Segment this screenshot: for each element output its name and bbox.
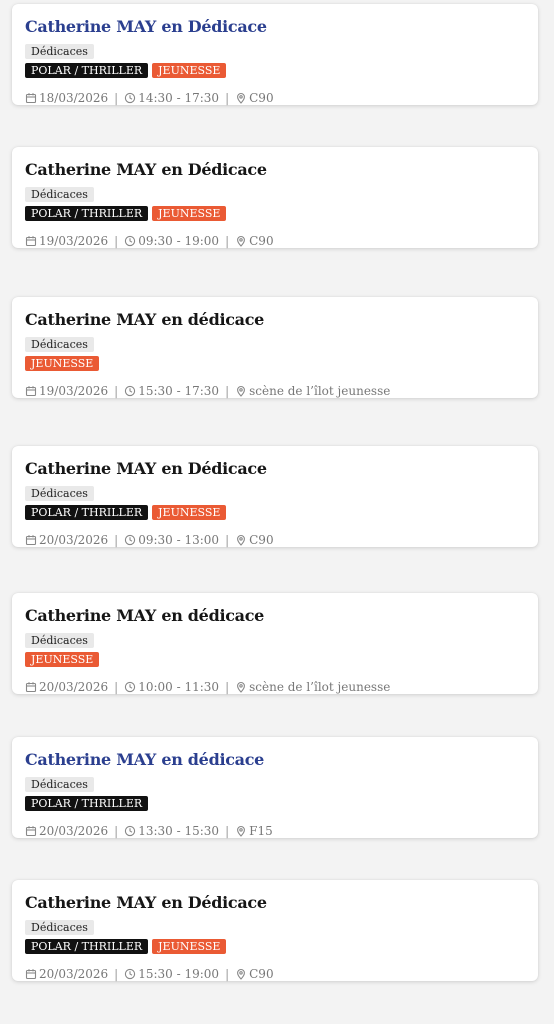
category-badge: Dédicaces [25, 337, 94, 352]
event-card[interactable]: Catherine MAY en dédicace Dédicaces POLA… [12, 737, 538, 838]
meta-separator: | [114, 91, 119, 105]
clock-icon [124, 825, 136, 837]
event-card[interactable]: Catherine MAY en dédicace Dédicaces JEUN… [12, 297, 538, 398]
meta-separator: | [225, 533, 230, 547]
meta-separator: | [225, 967, 230, 981]
tag-badge: POLAR / THRILLER [25, 505, 149, 520]
event-title[interactable]: Catherine MAY en dédicace [25, 309, 525, 331]
event-location: scène de l’îlot jeunesse [249, 384, 391, 398]
event-title[interactable]: Catherine MAY en Dédicace [25, 159, 525, 181]
event-date: 20/03/2026 [39, 533, 109, 547]
event-time: 10:00 - 11:30 [138, 680, 220, 694]
event-meta: 19/03/2026 | 09:30 - 19:00 | C90 [25, 234, 525, 248]
event-title[interactable]: Catherine MAY en dédicace [25, 749, 525, 771]
event-card[interactable]: Catherine MAY en Dédicace Dédicaces POLA… [12, 4, 538, 105]
calendar-icon [25, 92, 37, 104]
event-title[interactable]: Catherine MAY en Dédicace [25, 458, 525, 480]
event-card[interactable]: Catherine MAY en Dédicace Dédicaces POLA… [12, 147, 538, 248]
category-badge: Dédicaces [25, 486, 94, 501]
event-meta: 20/03/2026 | 13:30 - 15:30 | F15 [25, 824, 525, 838]
tag-badge: JEUNESSE [152, 939, 227, 954]
event-title[interactable]: Catherine MAY en Dédicace [25, 892, 525, 914]
clock-icon [124, 385, 136, 397]
clock-icon [124, 968, 136, 980]
clock-icon [124, 92, 136, 104]
event-title[interactable]: Catherine MAY en dédicace [25, 605, 525, 627]
event-time: 09:30 - 13:00 [138, 533, 220, 547]
map-pin-icon [235, 825, 247, 837]
meta-separator: | [114, 967, 119, 981]
event-time: 09:30 - 19:00 [138, 234, 220, 248]
map-pin-icon [235, 235, 247, 247]
event-card[interactable]: Catherine MAY en Dédicace Dédicaces POLA… [12, 880, 538, 981]
tag-badge: JEUNESSE [25, 356, 100, 371]
calendar-icon [25, 385, 37, 397]
meta-separator: | [225, 384, 230, 398]
meta-separator: | [114, 234, 119, 248]
calendar-icon [25, 825, 37, 837]
map-pin-icon [235, 681, 247, 693]
category-badge: Dédicaces [25, 44, 94, 59]
event-card[interactable]: Catherine MAY en Dédicace Dédicaces POLA… [12, 446, 538, 547]
tag-badge: POLAR / THRILLER [25, 939, 149, 954]
event-date: 18/03/2026 [39, 91, 109, 105]
calendar-icon [25, 235, 37, 247]
tag-badge: POLAR / THRILLER [25, 206, 149, 221]
map-pin-icon [235, 92, 247, 104]
event-card[interactable]: Catherine MAY en dédicace Dédicaces JEUN… [12, 593, 538, 694]
meta-separator: | [225, 824, 230, 838]
event-location: C90 [249, 234, 274, 248]
event-location: C90 [249, 91, 274, 105]
event-location: scène de l’îlot jeunesse [249, 680, 391, 694]
calendar-icon [25, 534, 37, 546]
event-date: 20/03/2026 [39, 824, 109, 838]
event-meta: 18/03/2026 | 14:30 - 17:30 | C90 [25, 91, 525, 105]
category-badge: Dédicaces [25, 187, 94, 202]
event-location: C90 [249, 533, 274, 547]
event-title[interactable]: Catherine MAY en Dédicace [25, 16, 525, 38]
event-meta: 20/03/2026 | 09:30 - 13:00 | C90 [25, 533, 525, 547]
map-pin-icon [235, 534, 247, 546]
clock-icon [124, 235, 136, 247]
meta-separator: | [114, 680, 119, 694]
meta-separator: | [225, 91, 230, 105]
tag-badge: JEUNESSE [25, 652, 100, 667]
event-date: 19/03/2026 [39, 234, 109, 248]
category-badge: Dédicaces [25, 633, 94, 648]
event-time: 14:30 - 17:30 [138, 91, 220, 105]
event-date: 19/03/2026 [39, 384, 109, 398]
calendar-icon [25, 968, 37, 980]
event-location: C90 [249, 967, 274, 981]
meta-separator: | [114, 824, 119, 838]
event-time: 13:30 - 15:30 [138, 824, 220, 838]
event-time: 15:30 - 17:30 [138, 384, 220, 398]
meta-separator: | [114, 533, 119, 547]
tag-badge: POLAR / THRILLER [25, 63, 149, 78]
clock-icon [124, 534, 136, 546]
event-meta: 20/03/2026 | 10:00 - 11:30 | scène de l’… [25, 680, 525, 694]
tag-badge: JEUNESSE [152, 63, 227, 78]
calendar-icon [25, 681, 37, 693]
event-meta: 19/03/2026 | 15:30 - 17:30 | scène de l’… [25, 384, 525, 398]
event-meta: 20/03/2026 | 15:30 - 19:00 | C90 [25, 967, 525, 981]
meta-separator: | [225, 234, 230, 248]
event-date: 20/03/2026 [39, 680, 109, 694]
tag-badge: JEUNESSE [152, 505, 227, 520]
clock-icon [124, 681, 136, 693]
category-badge: Dédicaces [25, 777, 94, 792]
meta-separator: | [114, 384, 119, 398]
event-location: F15 [249, 824, 273, 838]
meta-separator: | [225, 680, 230, 694]
event-list: Catherine MAY en Dédicace Dédicaces POLA… [0, 0, 554, 1024]
event-date: 20/03/2026 [39, 967, 109, 981]
event-time: 15:30 - 19:00 [138, 967, 220, 981]
tag-badge: POLAR / THRILLER [25, 796, 149, 811]
map-pin-icon [235, 968, 247, 980]
map-pin-icon [235, 385, 247, 397]
category-badge: Dédicaces [25, 920, 94, 935]
tag-badge: JEUNESSE [152, 206, 227, 221]
